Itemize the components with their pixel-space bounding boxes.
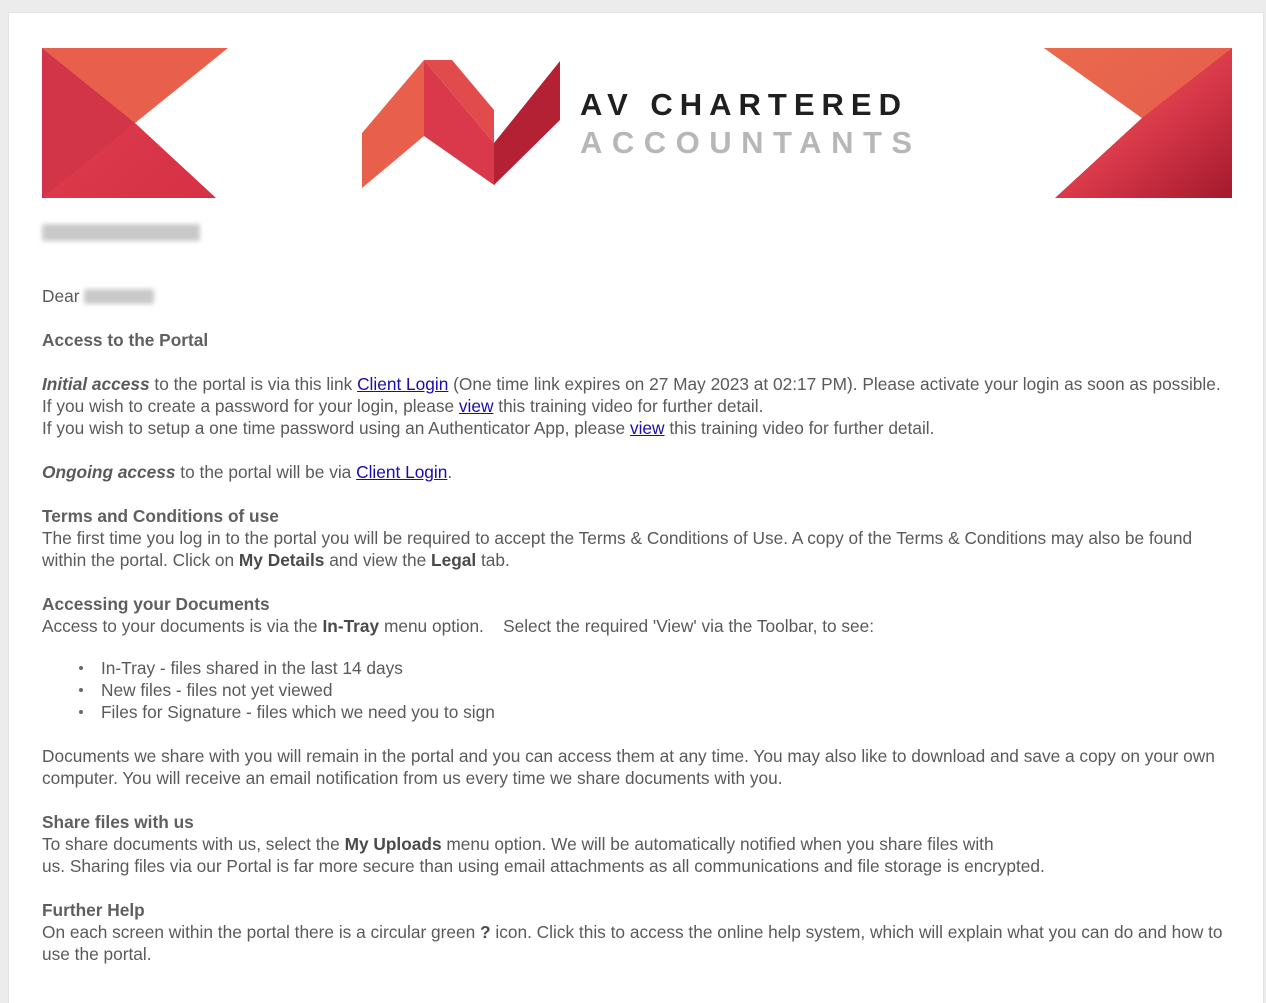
help-heading: Further Help [42, 900, 145, 920]
terms-heading: Terms and Conditions of use [42, 506, 279, 526]
ongoing-access-text: Ongoing access to the portal will be via… [42, 462, 453, 482]
password-text: If you wish to create a password for you… [42, 396, 764, 416]
list-item: New files - files not yet viewed [79, 679, 1232, 701]
share-text: To share documents with us, select the M… [42, 834, 994, 854]
list-item: In-Tray - files shared in the last 14 da… [79, 657, 1232, 679]
redacted-name [84, 289, 155, 304]
terms-text: The first time you log in to the portal … [42, 528, 1193, 570]
share-heading: Share files with us [42, 812, 194, 832]
redacted-recipient [42, 224, 200, 241]
banner-graphic [42, 48, 1232, 198]
email-body: AV CHARTERED ACCOUNTANTS Dear Access to … [8, 12, 1264, 1003]
help-text: On each screen within the portal there i… [42, 922, 1223, 964]
left-emblem [42, 48, 228, 198]
documents-paragraph: Documents we share with you will remain … [42, 746, 1215, 788]
client-login-link[interactable]: Client Login [357, 374, 448, 394]
share-text-2: us. Sharing files via our Portal is far … [42, 856, 1045, 876]
documents-heading: Accessing your Documents [42, 594, 270, 614]
access-heading: Access to the Portal [42, 330, 209, 350]
message-content: Dear Access to the Portal Initial access… [42, 285, 1232, 965]
list-item: Files for Signature - files which we nee… [79, 701, 1232, 723]
initial-access-text: Initial access to the portal is via this… [42, 374, 1221, 394]
brand-line2: ACCOUNTANTS [580, 125, 922, 160]
password-video-link[interactable]: view [459, 396, 494, 416]
otp-video-link[interactable]: view [630, 418, 665, 438]
otp-text: If you wish to setup a one time password… [42, 418, 935, 438]
header-banner [42, 48, 1232, 198]
greeting: Dear [42, 285, 1232, 307]
ongoing-client-login-link[interactable]: Client Login [356, 462, 447, 482]
logo-mark [362, 60, 560, 188]
brand-line1: AV CHARTERED [580, 87, 908, 122]
documents-text: Access to your documents is via the In-T… [42, 616, 875, 636]
right-emblem [1044, 48, 1232, 198]
view-list: In-Tray - files shared in the last 14 da… [42, 657, 1232, 723]
